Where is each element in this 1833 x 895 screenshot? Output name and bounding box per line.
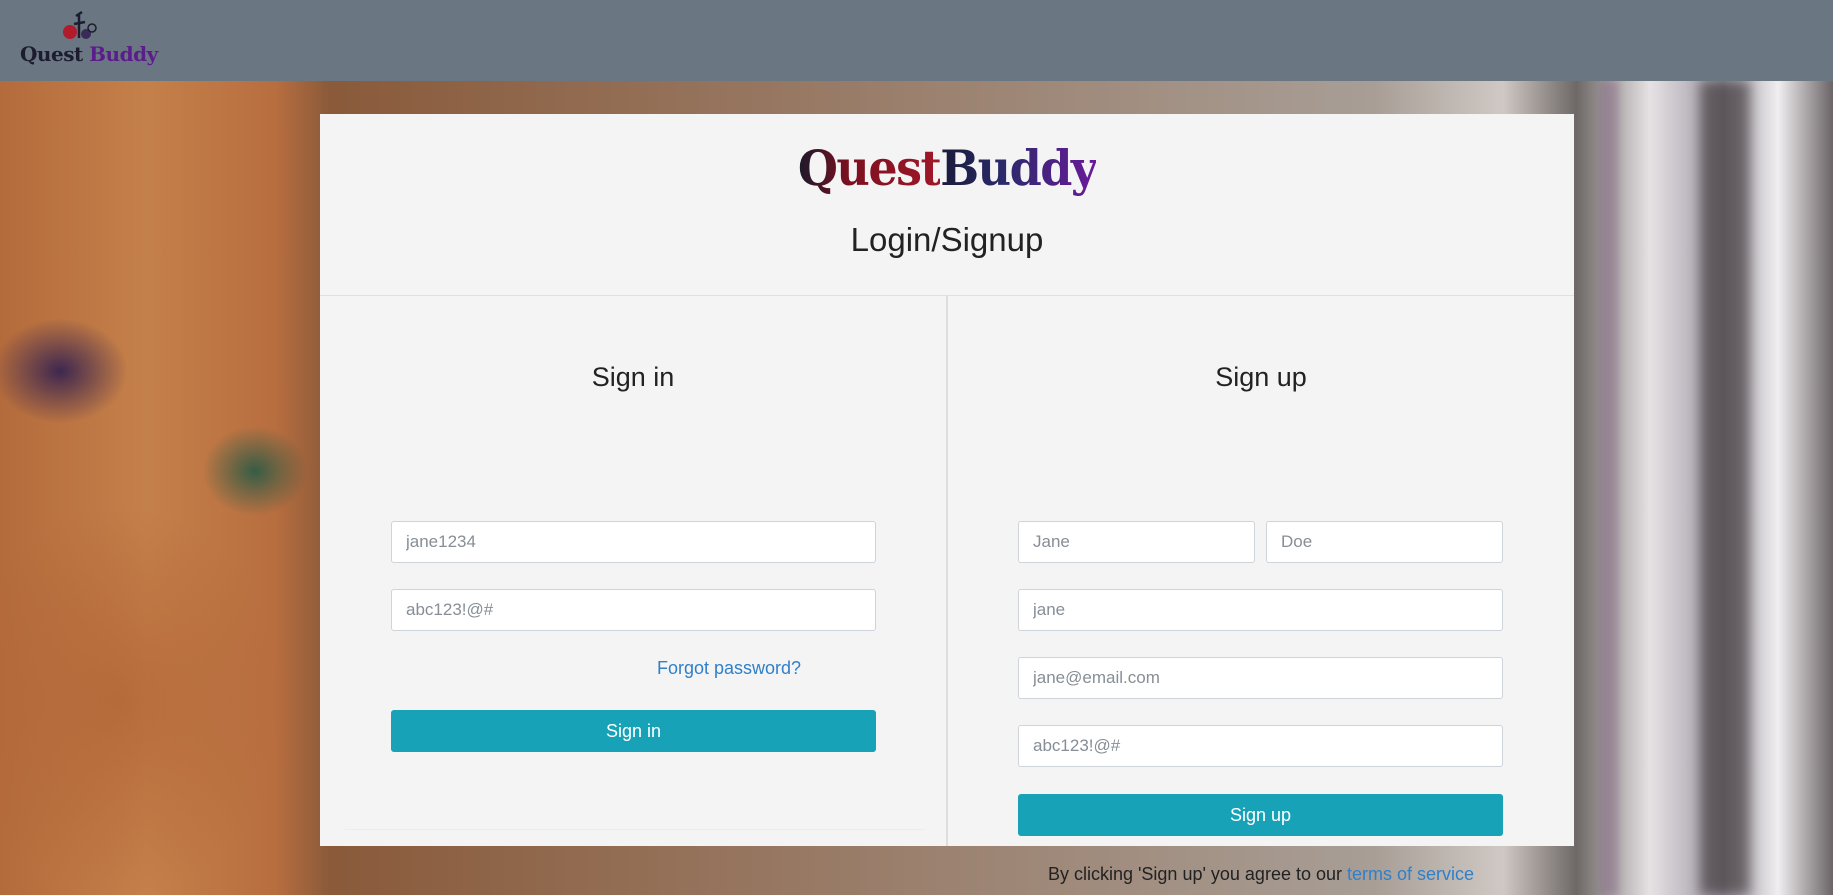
signup-panel: Sign up Sign up By clicking 'Sign up' yo… — [948, 296, 1574, 884]
adventurer-logo-icon — [63, 10, 97, 39]
page-title: Login/Signup — [850, 221, 1044, 258]
terms-prefix-text: By clicking 'Sign up' you agree to our — [1047, 864, 1347, 884]
divider — [345, 829, 925, 830]
signin-username-input[interactable] — [391, 521, 876, 563]
background-detail — [1700, 81, 1750, 895]
signup-username-input[interactable] — [1018, 589, 1503, 631]
forgot-password-link[interactable]: Forgot password? — [657, 658, 801, 679]
signup-title: Sign up — [1215, 362, 1307, 392]
signup-button[interactable]: Sign up — [1018, 794, 1503, 836]
signin-password-input[interactable] — [391, 589, 876, 631]
terms-of-service-link[interactable]: terms of service — [1347, 864, 1474, 884]
top-navbar: Quest Buddy — [0, 0, 1833, 81]
auth-card: QuestBuddy Login/Signup Sign in Forgot p… — [320, 114, 1574, 884]
brand-logo: QuestBuddy — [797, 139, 1098, 197]
card-header: QuestBuddy Login/Signup — [320, 114, 1574, 296]
navbar-logo-text: Quest Buddy — [20, 42, 158, 66]
signin-title: Sign in — [591, 362, 675, 392]
terms-notice: By clicking 'Sign up' you agree to our t… — [948, 864, 1574, 885]
navbar-logo[interactable]: Quest Buddy — [18, 10, 158, 70]
signup-password-input[interactable] — [1018, 725, 1503, 767]
email-input[interactable] — [1018, 657, 1503, 699]
signin-panel: Sign in Forgot password? Sign in — [320, 296, 946, 846]
background-detail — [1600, 81, 1618, 895]
signin-button[interactable]: Sign in — [391, 710, 876, 752]
first-name-input[interactable] — [1018, 521, 1255, 563]
last-name-input[interactable] — [1266, 521, 1503, 563]
